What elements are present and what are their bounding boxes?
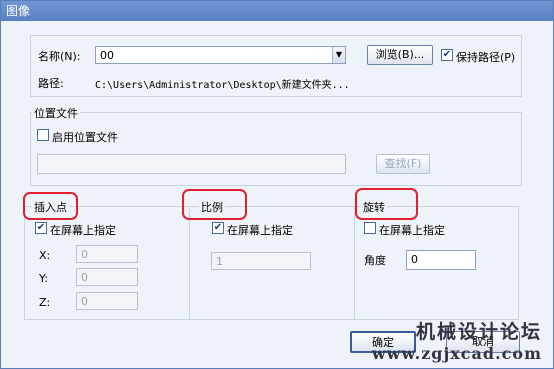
insertion-on-screen-checkbox[interactable]: ✔ — [35, 222, 47, 234]
location-file-title: 位置文件 — [32, 105, 80, 121]
keep-path-label: 保持路径(P) — [456, 51, 516, 64]
enable-location-file-label: 启用位置文件 — [52, 131, 118, 144]
z-input[interactable]: 0 — [76, 292, 138, 310]
rotation-on-screen-label: 在屏幕上指定 — [379, 224, 445, 237]
path-value: C:\Users\Administrator\Desktop\新建文件夹... — [95, 80, 350, 91]
name-value: 00 — [100, 49, 114, 62]
rotation-on-screen-checkbox[interactable] — [364, 222, 376, 234]
x-input[interactable]: 0 — [76, 245, 138, 263]
ok-button[interactable]: 确定 — [350, 331, 416, 353]
insertion-point-group: 插入点 ✔ 在屏幕上指定 X: 0 Y: 0 Z: 0 — [24, 199, 190, 320]
keep-path-checkbox[interactable]: ✔ — [441, 49, 453, 61]
z-label: Z: — [39, 296, 51, 309]
name-combobox[interactable]: 00 ▼ — [95, 46, 346, 64]
name-label: 名称(N): — [38, 50, 81, 63]
cancel-button[interactable]: 取消 — [446, 331, 520, 353]
scale-highlight — [182, 189, 247, 220]
name-path-group: 名称(N): 00 ▼ 浏览(B)... ✔ 保持路径(P) 路径: C:\Us… — [30, 35, 522, 97]
y-label: Y: — [39, 272, 48, 285]
location-file-group: 位置文件 启用位置文件 查找(F) — [30, 105, 522, 186]
x-label: X: — [39, 249, 51, 262]
scale-group: 比例 ✔ 在屏幕上指定 1 — [189, 199, 355, 320]
scale-on-screen-label: 在屏幕上指定 — [227, 224, 293, 237]
find-button[interactable]: 查找(F) — [376, 154, 430, 174]
rotation-group: 旋转 在屏幕上指定 角度 0 — [354, 199, 519, 320]
scale-input[interactable]: 1 — [211, 252, 311, 270]
image-dialog: 图像 名称(N): 00 ▼ 浏览(B)... ✔ 保持路径(P) 路径: C:… — [0, 0, 554, 369]
y-input[interactable]: 0 — [76, 268, 138, 286]
dialog-body: 名称(N): 00 ▼ 浏览(B)... ✔ 保持路径(P) 路径: C:\Us… — [4, 21, 550, 367]
location-file-input[interactable] — [37, 154, 346, 174]
path-label: 路径: — [38, 77, 64, 90]
dialog-title: 图像 — [1, 1, 553, 21]
insertion-on-screen-label: 在屏幕上指定 — [50, 224, 116, 237]
browse-button[interactable]: 浏览(B)... — [367, 45, 433, 65]
scale-on-screen-checkbox[interactable]: ✔ — [212, 222, 224, 234]
enable-location-file-checkbox[interactable] — [37, 129, 49, 141]
rotation-highlight — [355, 188, 418, 220]
chevron-down-icon[interactable]: ▼ — [332, 47, 345, 63]
angle-input[interactable]: 0 — [406, 250, 476, 270]
angle-label: 角度 — [364, 254, 386, 267]
insertion-point-highlight — [23, 192, 78, 220]
